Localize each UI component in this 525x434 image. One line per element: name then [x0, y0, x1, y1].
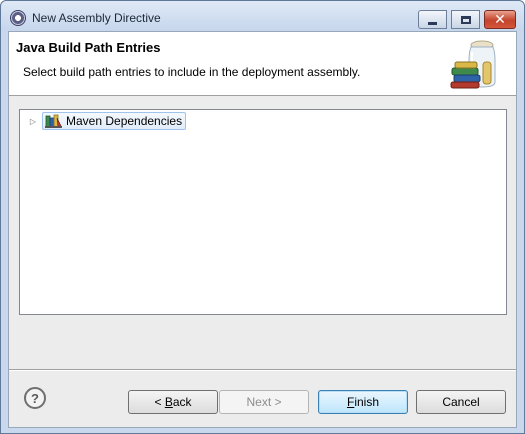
- window-title: New Assembly Directive: [32, 11, 161, 25]
- dialog-body: Java Build Path Entries Select build pat…: [8, 31, 517, 428]
- finish-button[interactable]: Finish: [318, 390, 408, 414]
- close-button[interactable]: ✕: [484, 10, 516, 29]
- title-bar[interactable]: New Assembly Directive ✕: [1, 1, 524, 31]
- footer-separator: [9, 369, 516, 371]
- minimize-button[interactable]: [418, 10, 447, 29]
- page-title: Java Build Path Entries: [16, 40, 161, 55]
- cancel-button-label: Cancel: [442, 395, 480, 409]
- back-button-label: ack: [172, 395, 192, 409]
- wizard-header: Java Build Path Entries Select build pat…: [9, 32, 516, 96]
- help-button[interactable]: ?: [24, 387, 46, 409]
- eclipse-icon: [10, 10, 26, 26]
- minimize-icon: [428, 21, 437, 25]
- cancel-button[interactable]: Cancel: [416, 390, 506, 414]
- tree-item-label: Maven Dependencies: [66, 114, 183, 128]
- page-description: Select build path entries to include in …: [23, 65, 361, 79]
- library-icon: [45, 114, 62, 128]
- finish-button-label: inish: [354, 395, 380, 409]
- tree-item-maven-dependencies[interactable]: Maven Dependencies: [42, 112, 187, 130]
- close-icon: ✕: [494, 11, 506, 28]
- build-path-tree[interactable]: ▷ Maven Dependencies: [19, 109, 507, 315]
- help-icon: ?: [31, 390, 39, 406]
- tree-row[interactable]: ▷ Maven Dependencies: [28, 112, 187, 130]
- next-button-label: Next >: [246, 395, 282, 409]
- finish-button-mnemonic: F: [346, 395, 355, 409]
- back-button-mnemonic: B: [164, 395, 173, 409]
- expand-arrow-icon[interactable]: ▷: [28, 116, 38, 126]
- maximize-button[interactable]: [451, 10, 480, 29]
- back-button[interactable]: < Back: [128, 390, 218, 414]
- maximize-icon: [460, 15, 471, 24]
- dialog-window: New Assembly Directive ✕ Java Build Path…: [0, 0, 525, 434]
- next-button[interactable]: Next >: [219, 390, 309, 414]
- library-jar-icon: [450, 40, 496, 89]
- back-button-prefix: <: [154, 395, 165, 409]
